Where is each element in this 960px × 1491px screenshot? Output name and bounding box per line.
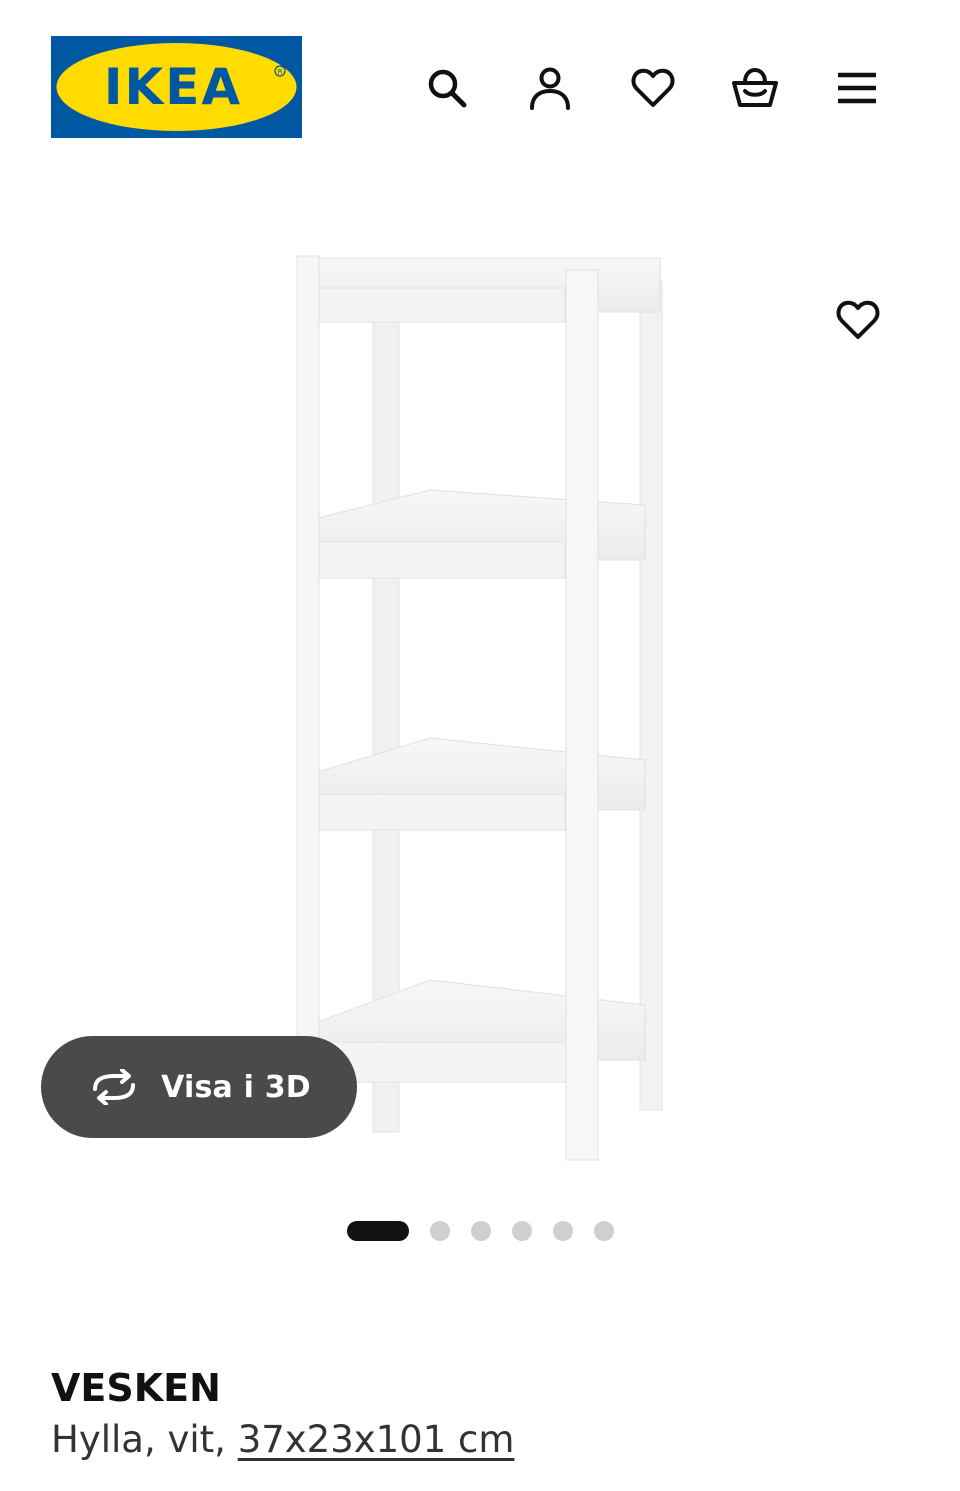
ikea-logo[interactable]: IKEA R xyxy=(51,36,302,138)
view-in-3d-label: Visa i 3D xyxy=(161,1069,311,1105)
product-description: Hylla, vit, 37x23x101 cm xyxy=(51,1418,514,1461)
menu-button[interactable] xyxy=(831,62,883,114)
product-type: Hylla, vit, xyxy=(51,1418,238,1461)
site-header: IKEA R xyxy=(0,0,960,170)
view-in-3d-button[interactable]: Visa i 3D xyxy=(41,1036,357,1138)
gallery-pagination xyxy=(347,1220,614,1242)
heart-icon xyxy=(836,300,880,339)
pagination-dot[interactable] xyxy=(553,1221,573,1241)
product-name: VESKEN xyxy=(51,1366,221,1410)
account-button[interactable] xyxy=(524,62,576,114)
search-button[interactable] xyxy=(421,62,473,114)
svg-text:R: R xyxy=(278,68,283,76)
basket-icon xyxy=(732,67,778,107)
heart-icon xyxy=(631,68,675,107)
user-icon xyxy=(530,67,570,110)
add-to-favourites-button[interactable] xyxy=(830,292,886,348)
search-icon xyxy=(428,69,467,108)
basket-button[interactable] xyxy=(729,62,781,114)
pagination-dot[interactable] xyxy=(471,1221,491,1241)
logo-text: IKEA xyxy=(104,58,242,116)
pagination-dot[interactable] xyxy=(594,1221,614,1241)
pagination-dot[interactable] xyxy=(430,1221,450,1241)
pagination-dot-active[interactable] xyxy=(347,1221,409,1241)
product-dimensions-link[interactable]: 37x23x101 cm xyxy=(238,1418,515,1461)
menu-icon xyxy=(838,72,876,104)
pagination-dot[interactable] xyxy=(512,1221,532,1241)
favourites-button[interactable] xyxy=(627,62,679,114)
rotate-3d-icon xyxy=(93,1069,136,1105)
